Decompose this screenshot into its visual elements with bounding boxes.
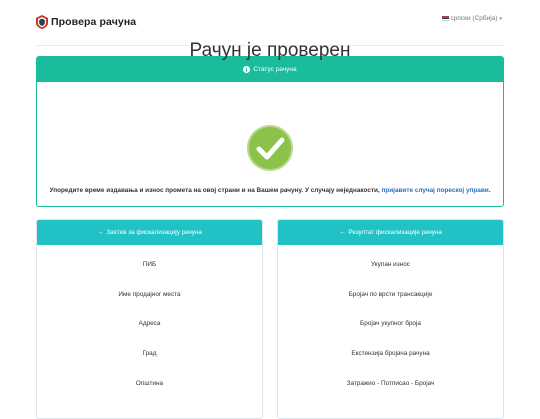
request-panel-header-label: Захтев за фискализацију рачуна <box>106 229 202 236</box>
arrow-right-icon: → <box>97 229 104 236</box>
checkmark-circle-icon <box>247 125 293 171</box>
result-row-counter-extension: Екстензија бројача рачуна <box>351 350 430 358</box>
request-panel-header: → Захтев за фискализацију рачуна <box>37 220 262 245</box>
result-panel-header: ← Резултат фискализације рачуна <box>278 220 503 245</box>
top-navbar: Провера рачуна српски (Србија) ▾ <box>0 0 540 44</box>
status-panel-header-label: Статус рачуна <box>253 66 297 73</box>
result-panel: ← Резултат фискализације рачуна Укупан и… <box>277 219 504 419</box>
request-row-store-name: Име продајног места <box>118 290 181 298</box>
status-note: Упоредите време издавања и износ промета… <box>0 187 540 194</box>
request-row-address: Адреса <box>138 320 161 328</box>
receipt-shield-icon <box>36 15 48 29</box>
result-row-requested-signed: Затражио - Потписао - Бројач <box>346 379 435 387</box>
request-row-pib: ПИБ <box>142 261 157 269</box>
request-panel: → Захтев за фискализацију рачуна ПИБ Име… <box>36 219 263 419</box>
status-note-text: Упоредите време издавања и износ промета… <box>49 187 382 194</box>
chevron-down-icon: ▾ <box>499 15 502 22</box>
result-row-total-counter: Бројач укупног броја <box>360 320 421 328</box>
result-row-total: Укупан износ <box>371 261 410 269</box>
request-row-city: Град <box>142 350 157 358</box>
request-row-municipality: Општина <box>135 379 164 387</box>
language-label: српски (Србија) <box>450 15 498 22</box>
status-title: Рачун је проверен <box>189 40 351 61</box>
result-row-transaction-counter: Бројач по врсти трансакције <box>348 290 433 298</box>
serbian-flag-icon <box>441 16 449 21</box>
brand-title: Провера рачуна <box>51 16 137 28</box>
info-circle-icon <box>243 66 251 73</box>
result-panel-header-label: Резултат фискализације рачуна <box>348 229 442 236</box>
status-note-end: . <box>488 187 491 194</box>
arrow-left-icon: ← <box>339 229 346 236</box>
report-case-link[interactable]: пријавите случај пореској управи <box>381 187 488 194</box>
language-selector[interactable]: српски (Србија) ▾ <box>441 15 502 22</box>
brand[interactable]: Провера рачуна <box>36 12 136 32</box>
